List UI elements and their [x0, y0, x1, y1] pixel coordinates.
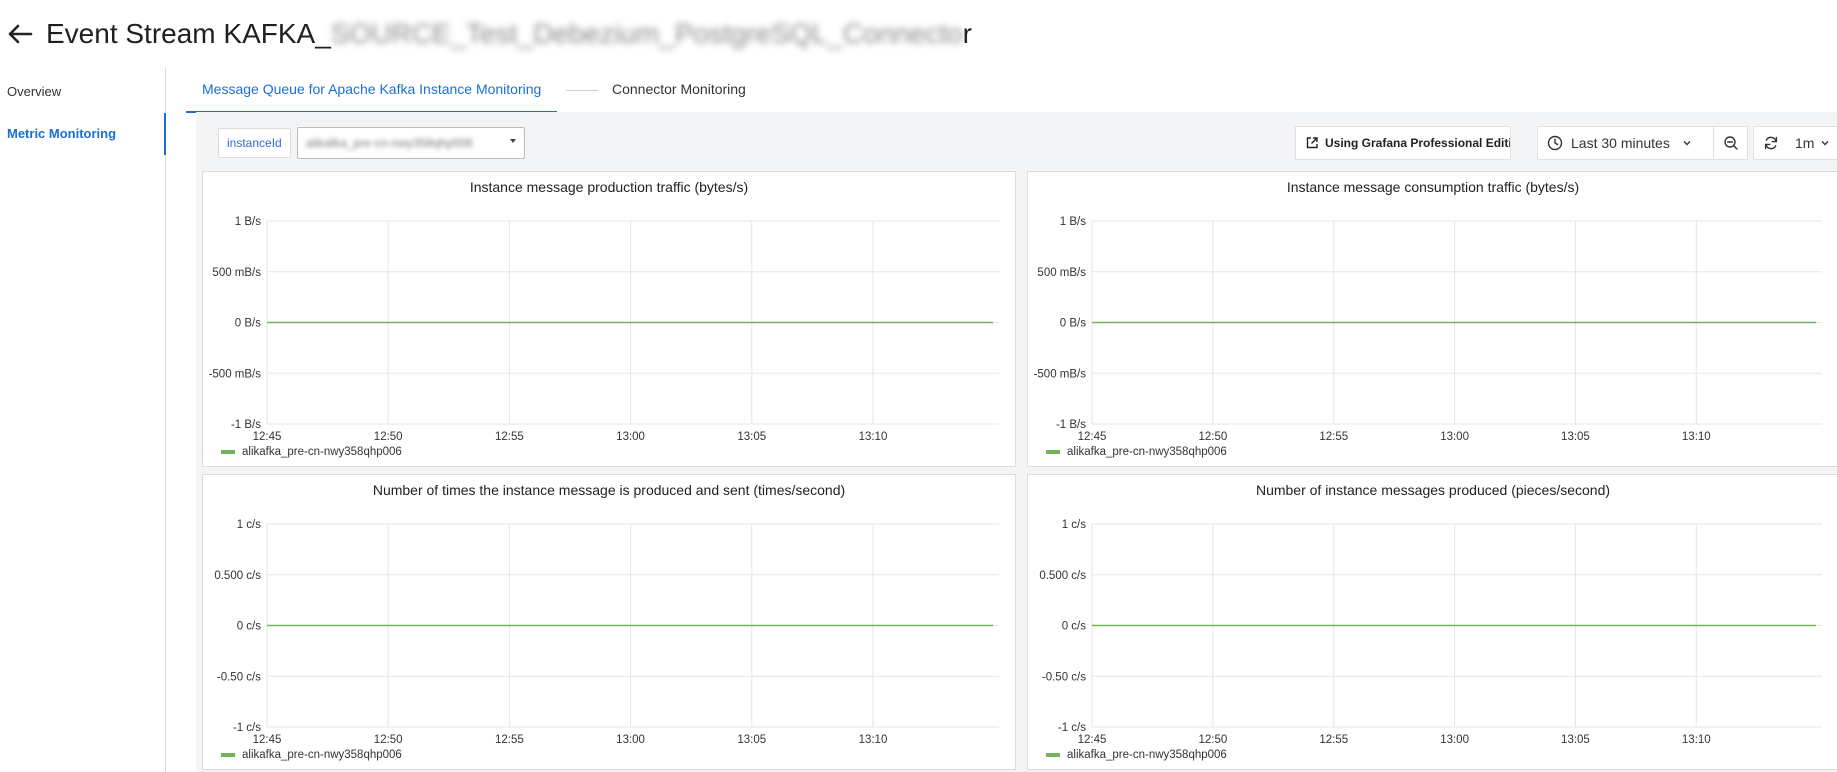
y-tick-label: -1 c/s	[233, 722, 261, 734]
tab-separator	[566, 90, 598, 91]
line-chart: 1 B/s 500 mB/s 0 B/s -500 mB/s -1 B/s12:45 12…	[209, 216, 999, 443]
back-button[interactable]	[2, 16, 38, 52]
legend-swatch	[1046, 450, 1060, 454]
x-tick-label: 13:10	[1682, 734, 1711, 746]
chart-legend[interactable]: alikafka_pre-cn-nwy358qhp006	[221, 446, 402, 458]
legend-label: alikafka_pre-cn-nwy358qhp006	[1067, 446, 1227, 458]
chart-panel-messages-produced: Number of instance messages produced (pi…	[1027, 474, 1837, 770]
x-tick-label: 12:50	[1198, 431, 1227, 443]
y-tick-label: 1 B/s	[1060, 216, 1086, 228]
x-tick-label: 12:45	[1078, 431, 1107, 443]
chart-panel-production-traffic: Instance message production traffic (byt…	[202, 171, 1016, 467]
clock-icon	[1547, 135, 1563, 151]
sidebar-item-overview[interactable]: Overview	[0, 71, 165, 113]
chart-legend[interactable]: alikafka_pre-cn-nwy358qhp006	[1046, 446, 1227, 458]
page-title-redacted: SOURCE_Test_Debezium_PostgreSQL_Connecto	[330, 18, 963, 49]
legend-label: alikafka_pre-cn-nwy358qhp006	[242, 446, 402, 458]
legend-swatch	[221, 753, 235, 757]
y-tick-label: 500 mB/s	[212, 267, 261, 279]
chevron-down-icon	[1821, 141, 1829, 146]
tab-bar: Message Queue for Apache Kafka Instance …	[186, 68, 1837, 113]
x-tick-label: 12:50	[374, 734, 403, 746]
y-tick-label: -0.50 c/s	[217, 671, 261, 683]
tab-connector-monitoring[interactable]: Connector Monitoring	[612, 68, 746, 111]
caret-down-icon	[510, 139, 516, 143]
y-tick-label: -1 c/s	[1058, 722, 1086, 734]
dashboard-toolbar: instanceId alikafka_pre-cn-nwy358qhp006 …	[196, 112, 1837, 168]
instance-select[interactable]: alikafka_pre-cn-nwy358qhp006	[297, 127, 525, 159]
x-tick-label: 12:45	[253, 734, 282, 746]
line-chart: 1 B/s 500 mB/s 0 B/s -500 mB/s -1 B/s12:45 12…	[1034, 216, 1822, 443]
y-tick-label: 0.500 c/s	[214, 570, 261, 582]
dashboard: instanceId alikafka_pre-cn-nwy358qhp006 …	[196, 112, 1837, 772]
x-tick-label: 12:55	[1319, 431, 1348, 443]
external-link-icon	[1306, 137, 1318, 149]
refresh-interval-label: 1m	[1795, 135, 1815, 151]
y-tick-label: 1 B/s	[235, 216, 261, 228]
x-tick-label: 13:05	[1561, 734, 1590, 746]
x-tick-label: 12:50	[374, 431, 403, 443]
zoom-out-button[interactable]	[1713, 126, 1748, 160]
chevron-down-icon	[1683, 141, 1691, 146]
sidebar-item-metric-monitoring[interactable]: Metric Monitoring	[0, 113, 166, 155]
chart-panel-consumption-traffic: Instance message consumption traffic (by…	[1027, 171, 1837, 467]
page-title: Event Stream KAFKA_ SOURCE_Test_Debezium…	[46, 18, 972, 50]
arrow-left-icon	[8, 24, 33, 44]
y-tick-label: -1 B/s	[231, 419, 261, 431]
refresh-interval-select[interactable]: 1m	[1787, 126, 1837, 160]
zoom-out-icon	[1723, 136, 1738, 150]
x-tick-label: 13:05	[737, 431, 766, 443]
y-tick-label: 1 c/s	[237, 519, 262, 531]
page-title-prefix: Event Stream KAFKA_	[46, 18, 331, 49]
x-tick-label: 13:00	[1440, 431, 1469, 443]
refresh-button[interactable]	[1753, 126, 1789, 160]
x-tick-label: 13:10	[1682, 431, 1711, 443]
chart-legend[interactable]: alikafka_pre-cn-nwy358qhp006	[1046, 749, 1227, 761]
x-tick-label: 12:45	[253, 431, 282, 443]
line-chart: 1 c/s 0.500 c/s 0 c/s -0.50 c/s -1 c/s12:45 1…	[1039, 519, 1822, 746]
y-tick-label: 0 B/s	[1060, 318, 1086, 330]
page-header: Event Stream KAFKA_ SOURCE_Test_Debezium…	[0, 0, 1837, 68]
variable-label: instanceId	[218, 128, 291, 158]
y-tick-label: -0.50 c/s	[1042, 671, 1086, 683]
x-tick-label: 13:10	[859, 734, 888, 746]
y-tick-label: -1 B/s	[1056, 419, 1086, 431]
y-tick-label: 0 B/s	[235, 318, 261, 330]
page-title-suffix: r	[962, 18, 972, 49]
tab-kafka-instance-monitoring[interactable]: Message Queue for Apache Kafka Instance …	[186, 68, 558, 113]
x-tick-label: 12:55	[495, 431, 524, 443]
x-tick-label: 13:00	[616, 734, 645, 746]
y-tick-label: -500 mB/s	[209, 368, 262, 380]
x-tick-label: 12:50	[1198, 734, 1227, 746]
grafana-professional-link[interactable]: Using Grafana Professional Edition	[1295, 126, 1511, 160]
sidebar: Overview Metric Monitoring	[0, 68, 166, 772]
legend-label: alikafka_pre-cn-nwy358qhp006	[242, 749, 402, 761]
x-tick-label: 12:55	[1319, 734, 1348, 746]
x-tick-label: 13:00	[616, 431, 645, 443]
y-tick-label: 500 mB/s	[1037, 267, 1086, 279]
x-tick-label: 13:05	[1561, 431, 1590, 443]
time-range-picker[interactable]: Last 30 minutes	[1537, 126, 1715, 160]
grafana-link-label: Using Grafana Professional Edition	[1325, 136, 1511, 150]
chart-panel-produced-sent-times: Number of times the instance message is …	[202, 474, 1016, 770]
y-tick-label: 1 c/s	[1062, 519, 1087, 531]
legend-swatch	[221, 450, 235, 454]
legend-swatch	[1046, 753, 1060, 757]
refresh-icon	[1764, 136, 1778, 150]
instance-select-value: alikafka_pre-cn-nwy358qhp006	[306, 136, 473, 150]
x-tick-label: 13:10	[859, 431, 888, 443]
time-range-label: Last 30 minutes	[1571, 135, 1670, 151]
x-tick-label: 12:55	[495, 734, 524, 746]
y-tick-label: 0 c/s	[237, 621, 262, 633]
y-tick-label: -500 mB/s	[1034, 368, 1087, 380]
x-tick-label: 13:00	[1440, 734, 1469, 746]
y-tick-label: 0.500 c/s	[1039, 570, 1086, 582]
x-tick-label: 12:45	[1078, 734, 1107, 746]
x-tick-label: 13:05	[737, 734, 766, 746]
chart-legend[interactable]: alikafka_pre-cn-nwy358qhp006	[221, 749, 402, 761]
line-chart: 1 c/s 0.500 c/s 0 c/s -0.50 c/s -1 c/s12:45 1…	[214, 519, 999, 746]
legend-label: alikafka_pre-cn-nwy358qhp006	[1067, 749, 1227, 761]
y-tick-label: 0 c/s	[1062, 621, 1087, 633]
